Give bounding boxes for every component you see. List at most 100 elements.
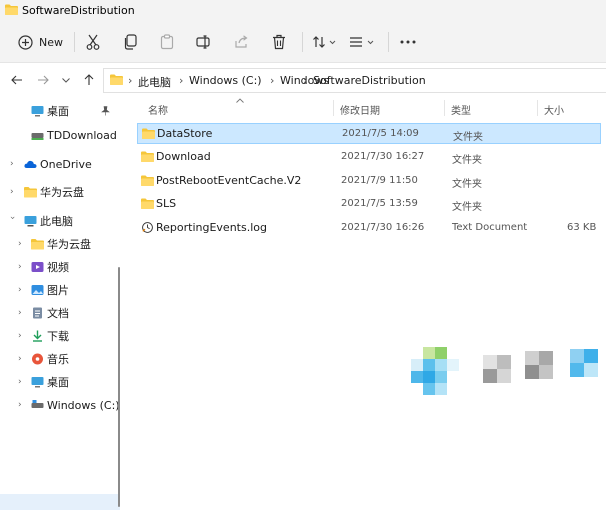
sidebar-item-label: Windows (C:)	[47, 398, 120, 412]
sidebar-item-label: 桌面	[47, 105, 69, 118]
pictures-icon	[31, 285, 44, 295]
copy-icon	[124, 34, 137, 50]
chevron-down-icon	[62, 77, 70, 83]
column-divider[interactable]	[333, 100, 334, 116]
chevron-down-icon: ›	[7, 216, 17, 220]
column-divider[interactable]	[537, 100, 538, 116]
new-button[interactable]: New	[18, 32, 63, 52]
sidebar-item-pictures[interactable]: › 图片	[0, 279, 120, 301]
file-type: 文件夹	[452, 202, 482, 213]
sort-button[interactable]	[312, 32, 338, 52]
cut-button[interactable]	[84, 32, 102, 52]
sidebar-item-label: 此电脑	[40, 215, 73, 228]
share-button[interactable]	[232, 32, 250, 52]
column-header-name[interactable]: 名称	[148, 102, 168, 117]
table-row[interactable]: PostRebootEventCache.V2 2021/7/9 11:50 文…	[137, 171, 601, 192]
table-row[interactable]: SLS 2021/7/5 13:59 文件夹	[137, 194, 601, 215]
forward-arrow-icon	[38, 75, 49, 85]
paste-button[interactable]	[158, 32, 176, 52]
sidebar-item-huawei-cloud[interactable]: › 华为云盘	[0, 181, 120, 203]
sidebar-item-label: 华为云盘	[40, 186, 84, 199]
file-name: DataStore	[157, 127, 213, 140]
column-header-type[interactable]: 类型	[451, 102, 471, 117]
chevron-right-icon: ›	[18, 239, 22, 249]
up-arrow-icon	[84, 74, 94, 85]
folder-icon	[24, 187, 37, 198]
sidebar-item-desktop-quick[interactable]: 桌面	[0, 100, 120, 122]
watermark-logo	[411, 347, 598, 395]
share-icon	[234, 35, 248, 48]
rename-button[interactable]	[195, 32, 213, 52]
sidebar-item-this-pc[interactable]: › 此电脑	[0, 210, 120, 232]
sidebar-item-label: 下载	[47, 330, 69, 343]
file-date: 2021/7/30 16:26	[341, 222, 425, 233]
file-type: 文件夹	[453, 132, 483, 143]
file-name: ReportingEvents.log	[156, 221, 267, 234]
chevron-right-icon: ›	[18, 331, 22, 341]
chevron-right-icon: ›	[18, 262, 22, 272]
more-button[interactable]	[398, 32, 418, 52]
back-button[interactable]	[8, 71, 26, 89]
chevron-right-icon: ›	[18, 354, 22, 364]
folder-icon	[31, 239, 44, 250]
chevron-right-icon: ›	[18, 377, 22, 387]
table-row[interactable]: DataStore 2021/7/5 14:09 文件夹	[137, 123, 601, 144]
sidebar-item-documents[interactable]: › 文档	[0, 302, 120, 324]
pin-icon	[101, 106, 110, 116]
toolbar-divider	[74, 32, 75, 52]
download-icon	[33, 330, 42, 342]
table-row[interactable]: Download 2021/7/30 16:27 文件夹	[137, 147, 601, 168]
file-date: 2021/7/5 14:09	[342, 128, 419, 139]
sidebar-item-desktop[interactable]: › 桌面	[0, 371, 120, 393]
desktop-icon	[31, 377, 44, 388]
delete-button[interactable]	[270, 32, 288, 52]
new-icon	[18, 34, 33, 50]
more-icon	[400, 40, 416, 44]
breadcrumb-separator: ›	[303, 74, 308, 87]
sidebar-item-label: 视频	[47, 261, 69, 274]
address-input[interactable]: › 此电脑 › Windows (C:) › Windows › Softwar…	[103, 68, 606, 93]
title-bar: SoftwareDistribution	[0, 0, 606, 22]
forward-button[interactable]	[34, 71, 52, 89]
sidebar-item-huawei-cloud-pc[interactable]: › 华为云盘	[0, 233, 120, 255]
copy-button[interactable]	[122, 32, 140, 52]
folder-icon	[110, 74, 123, 85]
command-bar: New	[0, 22, 606, 63]
folder-icon	[141, 198, 154, 209]
navigation-pane: 桌面 TDDownload (\ › OneDrive › 华为云盘 › 此电脑	[0, 97, 128, 510]
toolbar-divider	[388, 32, 389, 52]
view-button[interactable]	[348, 32, 376, 52]
sidebar-item-label: 华为云盘	[47, 238, 91, 251]
sidebar-item-videos[interactable]: › 视频	[0, 256, 120, 278]
sidebar-item-onedrive[interactable]: › OneDrive	[0, 153, 120, 175]
address-bar-row: › 此电脑 › Windows (C:) › Windows › Softwar…	[0, 63, 606, 97]
breadcrumb-windows-c[interactable]: Windows (C:)	[189, 74, 262, 87]
up-button[interactable]	[80, 71, 98, 89]
column-divider[interactable]	[444, 100, 445, 116]
breadcrumb-this-pc[interactable]: 此电脑	[138, 74, 171, 90]
recent-locations-button[interactable]	[57, 71, 75, 89]
file-date: 2021/7/9 11:50	[341, 175, 418, 186]
sidebar-item-label: OneDrive	[40, 157, 92, 171]
folder-icon	[141, 151, 154, 162]
column-header-size[interactable]: 大小	[544, 102, 564, 117]
sort-icon	[313, 36, 336, 48]
column-header-date[interactable]: 修改日期	[340, 102, 380, 117]
chevron-right-icon: ›	[18, 308, 22, 318]
breadcrumb-softwaredistribution[interactable]: SoftwareDistribution	[313, 74, 426, 87]
rename-icon	[196, 35, 210, 49]
sidebar-item-tddownload[interactable]: TDDownload (\	[0, 124, 128, 146]
folder-icon	[5, 4, 18, 15]
file-type: Text Document	[452, 222, 528, 233]
chevron-right-icon: ›	[10, 187, 14, 197]
sidebar-item-downloads[interactable]: › 下载	[0, 325, 120, 347]
file-name: SLS	[156, 197, 177, 210]
drive-icon	[31, 400, 44, 408]
cut-icon	[86, 34, 100, 50]
table-row[interactable]: ReportingEvents.log 2021/7/30 16:26 Text…	[137, 218, 601, 239]
sidebar-scrollbar[interactable]	[118, 267, 120, 507]
paste-icon	[160, 34, 174, 50]
file-name: Download	[156, 150, 211, 163]
cloud-icon	[24, 160, 37, 168]
sidebar-item-music[interactable]: › 音乐	[0, 348, 120, 370]
